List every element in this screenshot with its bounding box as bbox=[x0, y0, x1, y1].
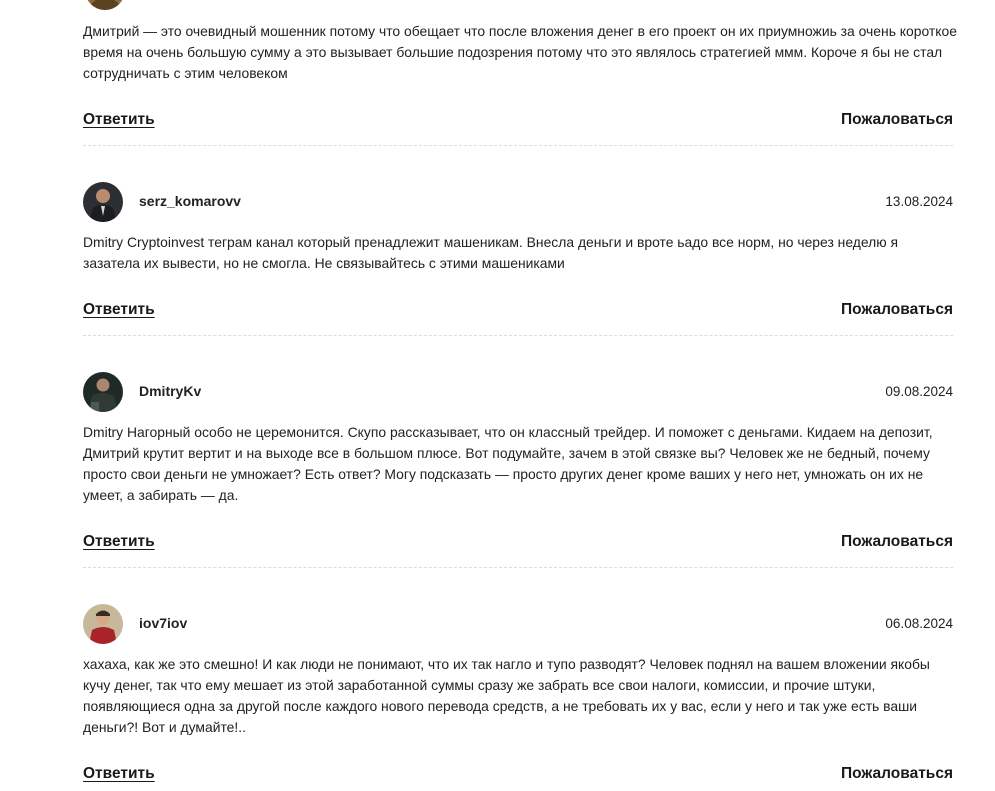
reply-link[interactable]: Ответить bbox=[83, 111, 155, 129]
comment-date: 09.08.2024 bbox=[885, 384, 953, 399]
reply-link[interactable]: Ответить bbox=[83, 301, 155, 319]
divider bbox=[83, 145, 953, 146]
comment-header: iov7iov 06.08.2024 bbox=[83, 604, 953, 644]
comment-text: хахаха, как же это смешно! И как люди не… bbox=[83, 656, 930, 735]
username[interactable]: DmitryKv bbox=[139, 383, 201, 399]
comment-date: 06.08.2024 bbox=[885, 616, 953, 631]
avatar[interactable] bbox=[83, 604, 123, 644]
avatar[interactable] bbox=[83, 182, 123, 222]
username[interactable]: serz_komarovv bbox=[139, 193, 241, 209]
divider bbox=[83, 335, 953, 336]
report-link[interactable]: Пожаловаться bbox=[841, 301, 953, 319]
comment-actions: Ответить Пожаловаться bbox=[83, 765, 953, 785]
reply-link[interactable]: Ответить bbox=[83, 533, 155, 551]
comment-date: 13.08.2024 bbox=[885, 194, 953, 209]
report-link[interactable]: Пожаловаться bbox=[841, 111, 953, 129]
avatar[interactable] bbox=[83, 372, 123, 412]
comment-actions: Ответить Пожаловаться bbox=[83, 533, 953, 553]
comment-header: DmitryKv 09.08.2024 bbox=[83, 372, 953, 412]
comments-list: Дмитрий — это очевидный мошенник потому … bbox=[0, 0, 995, 791]
reply-link[interactable]: Ответить bbox=[83, 765, 155, 783]
report-link[interactable]: Пожаловаться bbox=[841, 765, 953, 783]
comment-actions: Ответить Пожаловаться bbox=[83, 111, 953, 131]
comment-text: Дмитрий — это очевидный мошенник потому … bbox=[83, 23, 957, 81]
comment-text: Dmitry Нагорный особо не церемонится. Ск… bbox=[83, 424, 933, 503]
avatar bbox=[85, 0, 125, 10]
divider bbox=[83, 567, 953, 568]
username[interactable]: iov7iov bbox=[139, 615, 187, 631]
comment-header: serz_komarovv 13.08.2024 bbox=[83, 182, 953, 222]
comment-text: Dmitry Cryptoinvest теграм канал который… bbox=[83, 234, 899, 271]
comment-actions: Ответить Пожаловаться bbox=[83, 301, 953, 321]
report-link[interactable]: Пожаловаться bbox=[841, 533, 953, 551]
